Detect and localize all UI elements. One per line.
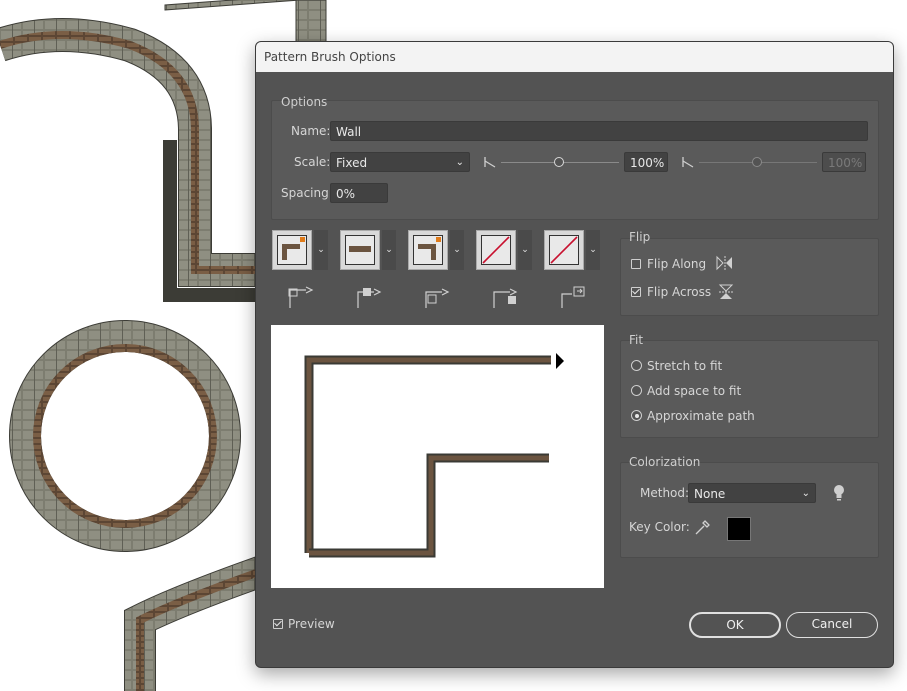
outer-corner-tile-button[interactable] bbox=[340, 230, 380, 270]
flip-section-title: Flip bbox=[629, 230, 651, 244]
path-direction-arrow-icon bbox=[556, 353, 564, 369]
start-tile-dropdown[interactable]: ⌄ bbox=[518, 230, 532, 270]
colorization-panel bbox=[620, 462, 879, 558]
eyedropper-icon[interactable] bbox=[693, 519, 711, 537]
inner-corner-tile-button[interactable] bbox=[408, 230, 448, 270]
dialog-title: Pattern Brush Options bbox=[256, 42, 893, 72]
scale-value-input[interactable]: 100% bbox=[624, 152, 668, 172]
add-space-to-fit-label[interactable]: Add space to fit bbox=[647, 384, 741, 398]
stretch-to-fit-label[interactable]: Stretch to fit bbox=[647, 359, 722, 373]
scale-min-icon bbox=[484, 157, 496, 168]
wall-fragment-top-right bbox=[295, 0, 327, 46]
end-tile-button[interactable] bbox=[544, 230, 584, 270]
wall-fragment-top bbox=[164, 0, 301, 11]
brush-preview-path bbox=[304, 353, 564, 558]
side-tile-swatch bbox=[277, 235, 307, 265]
preview-checkbox[interactable] bbox=[273, 619, 283, 629]
approximate-path-radio[interactable] bbox=[631, 410, 642, 421]
flip-across-icon bbox=[718, 284, 734, 299]
end-tile-dropdown[interactable]: ⌄ bbox=[586, 230, 600, 270]
outer-corner-tile-swatch bbox=[345, 235, 375, 265]
scale-slider-thumb[interactable] bbox=[554, 157, 564, 167]
flip-across-checkbox[interactable] bbox=[631, 287, 641, 297]
colorization-section-title: Colorization bbox=[629, 455, 701, 469]
key-color-label: Key Color: bbox=[629, 520, 690, 534]
scale-secondary-slider-thumb bbox=[752, 157, 762, 167]
scale-secondary-value-input: 100% bbox=[822, 152, 866, 172]
start-tile-none-swatch bbox=[481, 235, 511, 265]
scale-min-icon-disabled bbox=[682, 157, 694, 168]
name-label: Name: bbox=[291, 124, 331, 138]
preview-label[interactable]: Preview bbox=[288, 617, 335, 631]
side-tile-dropdown[interactable]: ⌄ bbox=[314, 230, 328, 270]
end-tile-none-swatch bbox=[549, 235, 579, 265]
flip-across-label[interactable]: Flip Across bbox=[647, 285, 711, 299]
method-value: None bbox=[694, 487, 726, 501]
approximate-path-label[interactable]: Approximate path bbox=[647, 409, 755, 423]
side-tile-placement-icon bbox=[288, 286, 314, 308]
flip-along-label[interactable]: Flip Along bbox=[647, 257, 706, 271]
spacing-input[interactable]: 0% bbox=[330, 183, 388, 203]
inner-corner-tile-swatch bbox=[413, 235, 443, 265]
spacing-label: Spacing: bbox=[281, 186, 333, 200]
inner-corner-tile-dropdown[interactable]: ⌄ bbox=[450, 230, 464, 270]
fit-section-title: Fit bbox=[629, 333, 644, 347]
end-tile-placement-icon bbox=[561, 286, 585, 308]
side-tile-button[interactable] bbox=[272, 230, 312, 270]
inner-corner-placement-icon bbox=[425, 288, 450, 308]
flip-panel bbox=[620, 238, 879, 316]
chevron-down-icon: ⌄ bbox=[455, 157, 464, 168]
outer-corner-placement-icon bbox=[357, 288, 382, 308]
scale-label: Scale: bbox=[294, 155, 331, 169]
brush-preview-panel bbox=[271, 325, 604, 588]
start-tile-placement-icon bbox=[493, 288, 518, 308]
ok-button[interactable]: OK bbox=[689, 612, 781, 638]
method-select[interactable]: None ⌄ bbox=[688, 483, 816, 503]
outer-corner-tile-dropdown[interactable]: ⌄ bbox=[382, 230, 396, 270]
pattern-brush-options-dialog: Pattern Brush Options Options Name: Wall… bbox=[255, 41, 894, 668]
chevron-down-icon: ⌄ bbox=[801, 488, 810, 499]
method-label: Method: bbox=[640, 486, 690, 500]
name-input[interactable]: Wall bbox=[330, 121, 868, 141]
add-space-to-fit-radio[interactable] bbox=[631, 385, 642, 396]
options-section-title: Options bbox=[281, 95, 328, 109]
scale-mode-select[interactable]: Fixed ⌄ bbox=[330, 152, 470, 172]
cancel-button[interactable]: Cancel bbox=[786, 612, 878, 638]
flip-along-icon bbox=[716, 255, 732, 271]
lightbulb-tips-icon[interactable] bbox=[832, 484, 846, 502]
flip-along-checkbox[interactable] bbox=[631, 259, 641, 269]
key-color-swatch[interactable] bbox=[727, 517, 751, 541]
scale-mode-value: Fixed bbox=[336, 156, 368, 170]
arch-wall bbox=[0, 18, 265, 287]
start-tile-button[interactable] bbox=[476, 230, 516, 270]
stretch-to-fit-radio[interactable] bbox=[631, 360, 642, 371]
